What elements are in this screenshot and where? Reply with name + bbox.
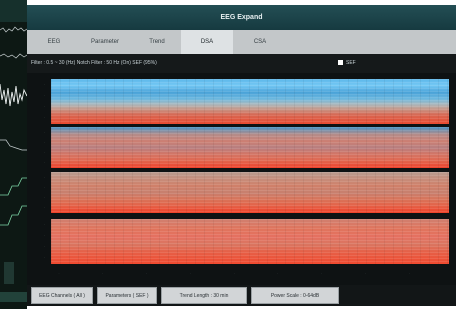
y-axis-ticks-2: · · · · (33, 127, 45, 168)
time-tick: · (102, 271, 104, 275)
time-lines (51, 79, 449, 124)
time-tick: · (277, 271, 279, 275)
app-root: EEG Expand EEG Parameter Trend DSA CSA F… (0, 0, 458, 309)
y-tick: · (44, 160, 45, 164)
dsa-plot-area: · · · · · · · · · · · · · · · · · · · · … (27, 73, 456, 285)
y-tick: · (44, 222, 45, 226)
dsa-spectrogram-2[interactable] (51, 127, 449, 168)
sef-legend: SEF (338, 54, 356, 73)
sef-legend-label: SEF (346, 60, 356, 66)
y-tick: · (44, 205, 45, 209)
tab-bar: EEG Parameter Trend DSA CSA (27, 30, 456, 54)
y-tick: · (44, 255, 45, 259)
parameters-button[interactable]: Parameters ( SEF ) (97, 287, 157, 304)
time-lines (51, 127, 449, 168)
time-axis: · · · · · · · · · (51, 269, 449, 279)
trend-length-button[interactable]: Trend Length : 30 min (161, 287, 247, 304)
y-tick: · (44, 104, 45, 108)
sef-legend-swatch (338, 60, 343, 66)
time-tick: · (321, 271, 323, 275)
y-tick: · (44, 150, 45, 154)
eeg-channels-button[interactable]: EEG Channels ( All ) (31, 287, 93, 304)
y-axis-ticks-3: · · · · (33, 172, 45, 213)
time-tick: · (233, 271, 235, 275)
tab-trend[interactable]: Trend (135, 30, 179, 54)
y-tick: · (44, 244, 45, 248)
y-tick: · (44, 130, 45, 134)
left-parameter-strip (0, 0, 27, 309)
y-tick: · (44, 233, 45, 237)
time-tick: · (146, 271, 148, 275)
title-bar: EEG Expand (27, 5, 456, 30)
eeg-expand-window: EEG Expand EEG Parameter Trend DSA CSA F… (27, 5, 456, 306)
time-lines (51, 172, 449, 213)
tab-csa[interactable]: CSA (235, 30, 285, 54)
y-axis-ticks-1: · · · · (33, 79, 45, 124)
time-tick: · (408, 271, 410, 275)
window-title: EEG Expand (220, 14, 263, 21)
y-tick: · (44, 93, 45, 97)
y-tick: · (44, 175, 45, 179)
filter-settings-text: Filter : 0.5 ~ 30 (Hz) Notch Filter : 50… (31, 60, 157, 66)
dsa-spectrogram-3[interactable] (51, 172, 449, 213)
tab-eeg[interactable]: EEG (31, 30, 77, 54)
tab-dsa[interactable]: DSA (181, 30, 233, 54)
tab-parameter[interactable]: Parameter (79, 30, 131, 54)
eeg-waveform-icon (0, 0, 27, 302)
y-tick: · (44, 185, 45, 189)
time-lines (51, 219, 449, 264)
time-tick: · (364, 271, 366, 275)
time-tick: · (189, 271, 191, 275)
filter-bar: Filter : 0.5 ~ 30 (Hz) Notch Filter : 50… (27, 54, 456, 73)
time-tick: · (58, 271, 60, 275)
y-tick: · (44, 140, 45, 144)
y-axis-ticks-4: · · · · (33, 219, 45, 264)
power-scale-button[interactable]: Power Scale : 0-64dB (251, 287, 339, 304)
y-tick: · (44, 115, 45, 119)
y-tick: · (44, 82, 45, 86)
y-tick: · (44, 195, 45, 199)
dsa-spectrogram-1[interactable] (51, 79, 449, 124)
dsa-spectrogram-4[interactable] (51, 219, 449, 264)
bottom-toolbar: EEG Channels ( All ) Parameters ( SEF ) … (27, 285, 456, 306)
